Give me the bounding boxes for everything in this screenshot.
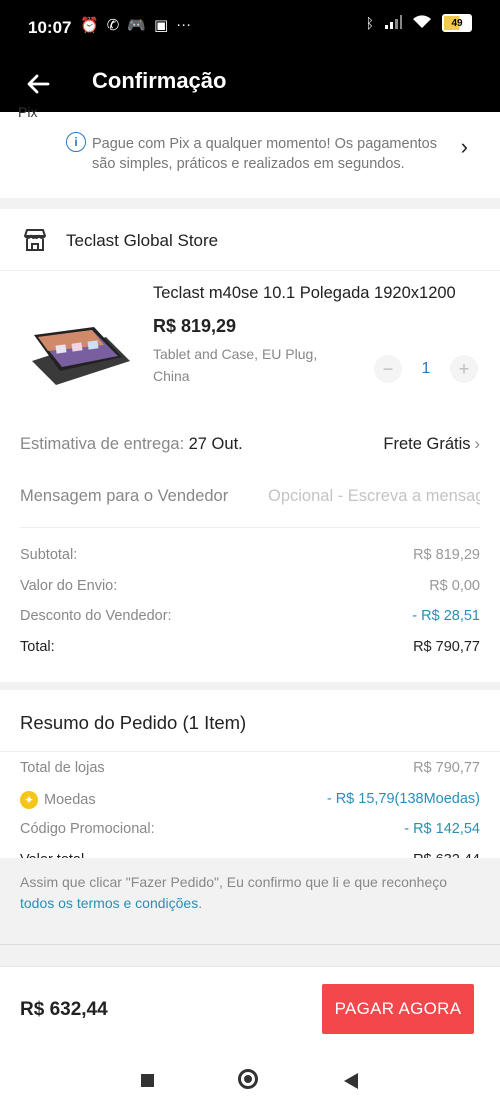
pay-now-button[interactable]: PAGAR AGORA: [322, 984, 474, 1034]
status-icons-right: ᛒ 49: [366, 14, 472, 32]
page-title: Confirmação: [92, 68, 227, 93]
stores-total-line: Total de lojas R$ 790,77: [20, 760, 480, 791]
status-bar: 10:07 ⏰ ✆ 🎮 ▣ ··· ᛒ 49: [0, 0, 500, 56]
store-total-label: Total:: [20, 638, 55, 655]
shipping-label: Frete Grátis: [383, 435, 471, 453]
coin-icon: ✦: [20, 790, 38, 809]
subtotal-label: Subtotal:: [20, 547, 78, 563]
decrease-quantity-button[interactable]: −: [374, 355, 402, 383]
product-price: R$ 819,29: [153, 316, 237, 336]
more-dots-icon: ···: [176, 16, 192, 33]
pix-info-text: Pague com Pix a qualquer momento! Os pag…: [92, 136, 437, 172]
stores-total-label: Total de lojas: [20, 760, 105, 776]
seller-discount-label: Desconto do Vendedor:: [20, 608, 172, 624]
system-nav-bar: [0, 1050, 500, 1111]
checkout-bar: R$ 632,44 PAGAR AGORA: [0, 966, 500, 1051]
screenshot-icon: ▣: [153, 17, 169, 34]
terms-notice: Assim que clicar "Fazer Pedido", Eu conf…: [0, 858, 500, 945]
status-icons-left: ⏰ ✆ 🎮 ▣ ···: [80, 16, 191, 34]
coins-label: Moedas: [44, 791, 96, 808]
store-price-lines: Subtotal: R$ 819,29 Valor do Envio: R$ 0…: [20, 547, 480, 669]
recent-apps-icon[interactable]: [141, 1074, 154, 1087]
promo-code-line[interactable]: Código Promocional: - R$ 142,54: [20, 821, 480, 852]
subtotal-line: Subtotal: R$ 819,29: [20, 547, 480, 578]
increase-quantity-button[interactable]: +: [450, 355, 478, 383]
store-icon: [24, 229, 46, 251]
promo-code-label: Código Promocional:: [20, 821, 155, 837]
chevron-right-icon[interactable]: ›: [461, 134, 468, 160]
terms-text: Assim que clicar "Fazer Pedido", Eu conf…: [20, 872, 480, 914]
delivery-row[interactable]: Estimativa de entrega: 27 Out. Frete Grá…: [20, 435, 480, 465]
bluetooth-icon: ᛒ: [365, 15, 374, 31]
product-variant: Tablet and Case, EU Plug, China: [153, 346, 318, 384]
subtotal-value: R$ 819,29: [413, 547, 480, 563]
alarm-icon: ⏰: [80, 17, 99, 34]
app-bar: Confirmação: [0, 56, 500, 112]
info-icon: i: [66, 132, 86, 152]
shipping-cost-label: Valor do Envio:: [20, 577, 118, 594]
seller-discount-line: Desconto do Vendedor: - R$ 28,51: [20, 608, 480, 639]
coins-label-group: ✦ Moedas: [20, 790, 96, 809]
battery-icon: 49: [442, 14, 472, 32]
seller-message-row: Mensagem para o Vendedor: [20, 483, 480, 528]
divider: [0, 751, 500, 752]
order-summary-title: Resumo do Pedido (1 Item): [20, 712, 247, 733]
shipping-cost-value: R$ 0,00: [429, 577, 480, 594]
shipping-option[interactable]: Frete Grátis ›: [383, 435, 480, 454]
delivery-date: 27 Out.: [188, 435, 243, 453]
store-total-value: R$ 790,77: [413, 638, 480, 655]
coins-value: - R$ 15,79(138Moedas): [326, 790, 480, 807]
back-arrow-icon[interactable]: [24, 70, 52, 98]
store-header[interactable]: Teclast Global Store: [0, 209, 500, 271]
product-title[interactable]: Teclast m40se 10.1 Polegada 1920x1200: [153, 284, 479, 303]
order-summary-card: Resumo do Pedido (1 Item) Total de lojas…: [0, 690, 500, 868]
checkout-total: R$ 632,44: [20, 999, 108, 1020]
product-image[interactable]: [26, 301, 136, 387]
nav-back-icon[interactable]: [344, 1073, 358, 1089]
shipping-cost-line: Valor do Envio: R$ 0,00: [20, 578, 480, 609]
seller-message-input[interactable]: [268, 483, 480, 509]
store-card: Teclast Global Store Teclast m40se 10.1 …: [0, 209, 500, 682]
stores-total-value: R$ 790,77: [413, 760, 480, 776]
delivery-estimate-label: Estimativa de entrega:: [20, 435, 185, 453]
quantity-value: 1: [421, 360, 431, 377]
promo-code-value: - R$ 142,54: [404, 821, 480, 837]
pix-label: Pix: [18, 104, 38, 120]
signal-icon: [384, 14, 402, 32]
game-icon: 🎮: [127, 17, 146, 34]
whatsapp-icon: ✆: [106, 17, 120, 34]
pix-payment-card[interactable]: Pix i Pague com Pix a qualquer momento! …: [0, 104, 500, 198]
terms-suffix: .: [198, 895, 203, 911]
seller-message-label: Mensagem para o Vendedor: [20, 487, 229, 505]
store-total-line: Total: R$ 790,77: [20, 639, 480, 670]
chevron-right-icon: ›: [474, 435, 481, 453]
terms-link[interactable]: todos os termos e condições: [20, 895, 198, 911]
seller-discount-value: - R$ 28,51: [412, 608, 480, 624]
terms-prefix: Assim que clicar "Fazer Pedido", Eu conf…: [20, 874, 448, 890]
wifi-icon: [412, 14, 432, 32]
quantity-stepper: − 1 +: [374, 355, 478, 383]
home-icon[interactable]: [238, 1069, 258, 1089]
coins-line[interactable]: ✦ Moedas - R$ 15,79(138Moedas): [20, 790, 480, 822]
status-time: 10:07: [28, 18, 72, 37]
store-name[interactable]: Teclast Global Store: [66, 231, 218, 251]
